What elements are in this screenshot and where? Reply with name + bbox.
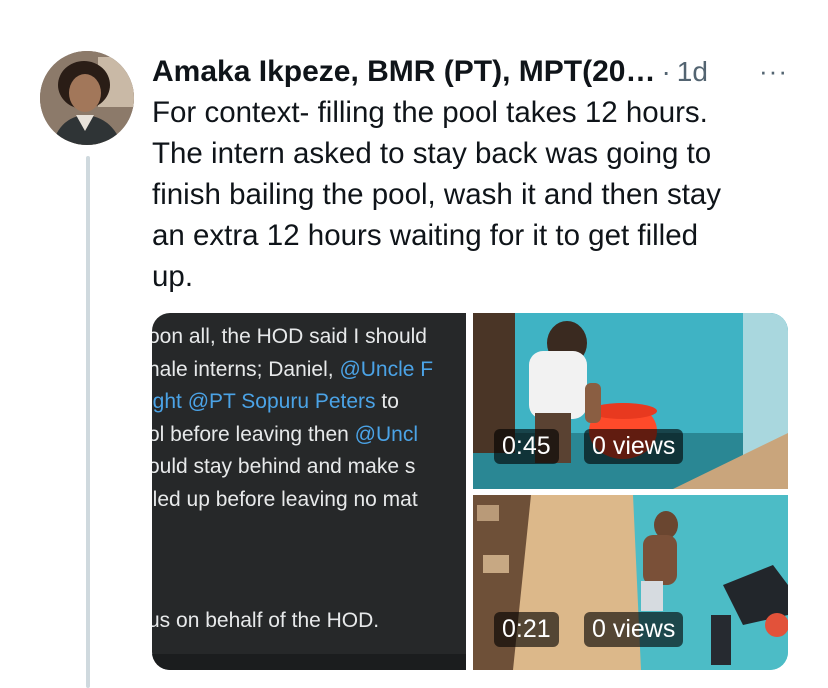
screenshot-line: ould stay behind and make s bbox=[152, 455, 416, 478]
media-video-1[interactable]: 0:45 0 views bbox=[473, 313, 788, 489]
tweet-header: Amaka Ikpeze, BMR (PT), MPT(20… · 1d ··· bbox=[152, 52, 788, 92]
separator: · bbox=[661, 56, 671, 87]
tweet-text: For context- filling the pool takes 12 h… bbox=[152, 92, 792, 297]
video-duration: 0:21 bbox=[494, 612, 559, 647]
media-screenshot[interactable]: oon all, the HOD said I should nale inte… bbox=[152, 313, 466, 670]
screenshot-line: lled up before leaving no mat bbox=[152, 487, 418, 511]
timestamp[interactable]: 1d bbox=[677, 56, 708, 88]
author-name[interactable]: Amaka Ikpeze, BMR (PT), MPT(20… bbox=[152, 55, 655, 89]
tweet-text-line: up. bbox=[152, 260, 194, 293]
avatar[interactable] bbox=[40, 51, 134, 145]
media-grid: oon all, the HOD said I should nale inte… bbox=[152, 313, 788, 670]
thread-line bbox=[86, 156, 90, 688]
screenshot-line: nale interns; Daniel, @Uncle F bbox=[152, 357, 434, 381]
screenshot-footer: us on behalf of the HOD. bbox=[152, 609, 380, 632]
video-duration: 0:45 bbox=[494, 429, 559, 464]
screenshot-line: ol before leaving then @Uncl bbox=[152, 422, 418, 446]
media-video-2[interactable]: 0:21 0 views bbox=[473, 495, 788, 670]
tweet-text-line: The intern asked to stay back was going … bbox=[152, 137, 712, 170]
tweet-text-line: For context- filling the pool takes 12 h… bbox=[152, 96, 708, 129]
video-views: 0 views bbox=[584, 429, 684, 464]
screenshot-strip bbox=[152, 654, 466, 670]
video-views: 0 views bbox=[584, 612, 684, 647]
tweet-text-line: an extra 12 hours waiting for it to get … bbox=[152, 219, 699, 252]
avatar-image bbox=[40, 51, 134, 145]
screenshot-line: ight @PT Sopuru Peters to bbox=[152, 390, 399, 413]
tweet-text-line: finish bailing the pool, wash it and the… bbox=[152, 178, 722, 211]
screenshot-line: oon all, the HOD said I should bbox=[152, 325, 427, 348]
more-icon[interactable]: ··· bbox=[759, 56, 788, 87]
